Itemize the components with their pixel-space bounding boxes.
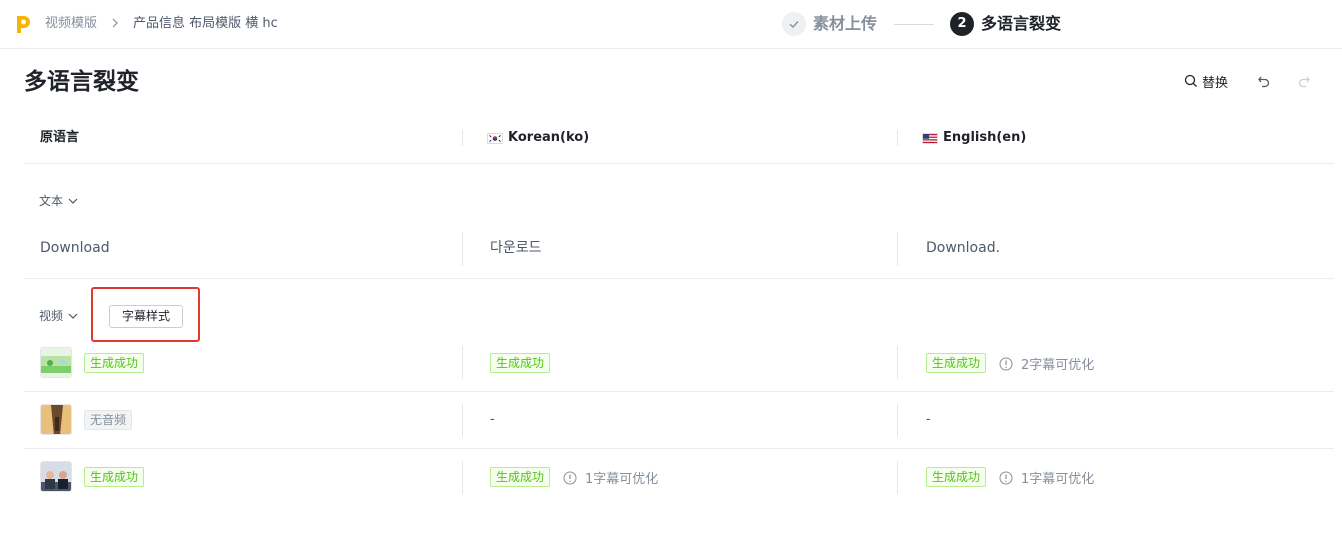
status-badge: 生成成功 — [490, 353, 551, 373]
step-connector — [894, 24, 934, 25]
column-header-source: 原语言 — [40, 128, 79, 148]
source-text[interactable]: Download — [40, 238, 110, 258]
column-divider — [897, 232, 898, 266]
highlight-box — [91, 287, 200, 342]
column-header-label: Korean(ko) — [508, 130, 590, 145]
status-badge: 生成成功 — [926, 353, 987, 373]
info-icon — [999, 471, 1013, 484]
step-upload-label[interactable]: 素材上传 — [813, 13, 877, 35]
column-header-english: English(en) — [922, 128, 1026, 148]
chevron-down-icon — [68, 313, 78, 319]
english-text[interactable]: Download. — [926, 238, 1000, 258]
optimize-hint[interactable]: 1字幕可优化 — [999, 468, 1094, 487]
replace-label: 替换 — [1202, 75, 1229, 91]
search-icon — [1184, 74, 1197, 87]
video-section-toggle[interactable]: 视频 — [39, 307, 78, 325]
section-divider — [24, 278, 1334, 279]
video-thumbnail[interactable] — [40, 404, 72, 435]
column-divider — [897, 461, 898, 494]
column-divider — [897, 346, 898, 379]
step-done-indicator — [782, 12, 806, 36]
column-divider — [462, 130, 463, 146]
korea-flag-icon — [487, 132, 503, 144]
text-section-toggle[interactable]: 文本 — [39, 192, 78, 210]
status-badge: 无音频 — [84, 410, 133, 430]
redo-icon[interactable] — [1296, 73, 1312, 89]
video-section-label: 视频 — [39, 309, 64, 323]
status-badge: 生成成功 — [84, 353, 145, 373]
step-localize-label: 多语言裂变 — [981, 14, 1062, 33]
optimize-label: 2字幕可优化 — [1021, 358, 1095, 373]
video-thumbnail[interactable] — [40, 461, 72, 492]
row-divider — [24, 448, 1334, 449]
check-icon — [789, 21, 799, 28]
undo-icon[interactable] — [1256, 73, 1272, 89]
optimize-hint[interactable]: 1字幕可优化 — [563, 468, 658, 487]
optimize-label: 1字幕可优化 — [1021, 472, 1095, 487]
korean-text[interactable]: 다운로드 — [490, 238, 542, 258]
empty-value: - — [490, 412, 495, 427]
optimize-label: 1字幕可优化 — [585, 472, 659, 487]
status-badge: 生成成功 — [490, 467, 551, 487]
column-divider — [462, 346, 463, 379]
breadcrumb-current: 产品信息 布局模版 横 hc — [133, 16, 278, 31]
step-number: 2 — [950, 12, 974, 36]
column-header-korean: Korean(ko) — [487, 128, 589, 148]
column-divider — [462, 404, 463, 437]
text-section-label: 文本 — [39, 194, 64, 208]
header-divider — [24, 163, 1334, 164]
status-badge: 生成成功 — [926, 467, 987, 487]
column-header-label: 原语言 — [40, 130, 80, 145]
column-divider — [897, 130, 898, 146]
column-divider — [462, 232, 463, 266]
top-bar: 视频模版 产品信息 布局模版 横 hc 素材上传 2 多语言裂变 — [0, 0, 1342, 49]
column-divider — [462, 461, 463, 494]
column-header-label: English(en) — [943, 130, 1027, 145]
app-logo-icon[interactable] — [14, 14, 32, 34]
row-divider — [24, 391, 1334, 392]
info-icon — [999, 357, 1013, 370]
chevron-right-icon — [112, 18, 118, 28]
info-icon — [563, 471, 577, 484]
breadcrumb-root[interactable]: 视频模版 — [45, 15, 97, 33]
video-thumbnail[interactable] — [40, 347, 72, 378]
us-flag-icon — [922, 132, 938, 144]
chevron-down-icon — [68, 198, 78, 204]
page-title: 多语言裂变 — [24, 69, 139, 95]
column-divider — [897, 404, 898, 437]
status-badge: 生成成功 — [84, 467, 145, 487]
optimize-hint[interactable]: 2字幕可优化 — [999, 354, 1094, 373]
replace-button[interactable]: 替换 — [1184, 71, 1228, 91]
empty-value: - — [926, 412, 931, 427]
